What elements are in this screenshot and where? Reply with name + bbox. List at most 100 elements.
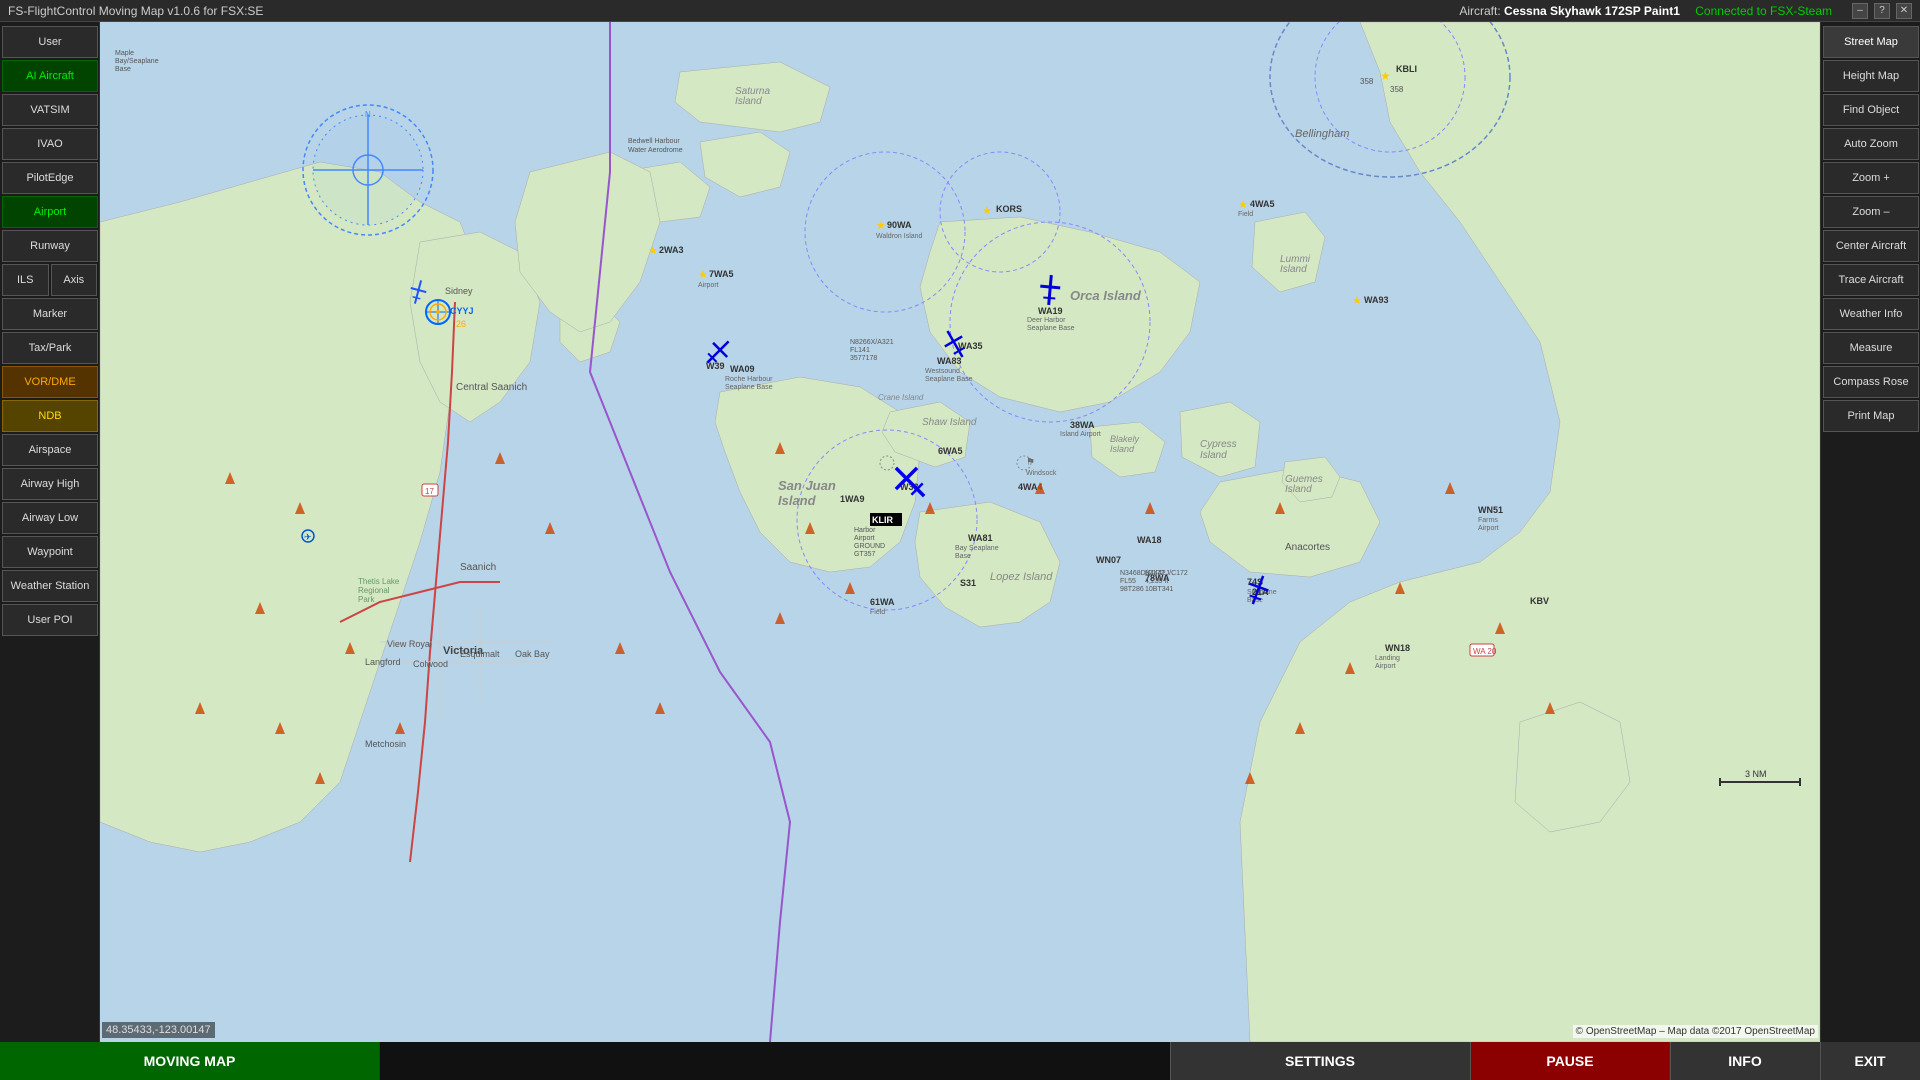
svg-text:KORS: KORS — [996, 204, 1022, 214]
svg-text:4WA5: 4WA5 — [1250, 199, 1275, 209]
svg-text:Esquimalt: Esquimalt — [460, 649, 500, 659]
svg-text:26: 26 — [456, 319, 466, 329]
sidebar-item-airspace[interactable]: Airspace — [2, 434, 98, 466]
settings-button[interactable]: SETTINGS — [1170, 1042, 1470, 1080]
sidebar-item-ivao[interactable]: IVAO — [2, 128, 98, 160]
svg-text:Seaplane Base: Seaplane Base — [1027, 325, 1075, 332]
svg-text:Island: Island — [1200, 450, 1227, 461]
svg-text:★: ★ — [1352, 295, 1362, 307]
titlebar: FS-FlightControl Moving Map v1.0.6 for F… — [0, 0, 1920, 22]
map-svg: N 17 WA 20 ★ KBLI 358 — [100, 22, 1820, 1042]
close-button[interactable]: ✕ — [1896, 3, 1912, 19]
sidebar-item-axis[interactable]: Axis — [51, 264, 98, 296]
svg-text:WA09: WA09 — [730, 364, 755, 374]
svg-text:Central Saanich: Central Saanich — [456, 382, 527, 393]
svg-text:Saanich: Saanich — [460, 562, 496, 573]
sidebar-item-runway[interactable]: Runway — [2, 230, 98, 262]
left-sidebar: User AI Aircraft VATSIM IVAO PilotEdge A… — [0, 22, 100, 1042]
svg-text:WN18: WN18 — [1385, 643, 1410, 653]
sidebar-item-user[interactable]: User — [2, 26, 98, 58]
svg-text:Regional: Regional — [358, 586, 390, 595]
svg-text:10BT341: 10BT341 — [1145, 586, 1174, 593]
svg-text:Island: Island — [1285, 484, 1312, 495]
sidebar-item-marker[interactable]: Marker — [2, 298, 98, 330]
sidebar-item-vatsim[interactable]: VATSIM — [2, 94, 98, 126]
right-btn-auto-zoom[interactable]: Auto Zoom — [1823, 128, 1919, 160]
svg-text:Bellingham: Bellingham — [1295, 128, 1349, 140]
svg-text:WN07: WN07 — [1096, 555, 1121, 565]
sidebar-item-taxi-park[interactable]: Tax/Park — [2, 332, 98, 364]
moving-map-button[interactable]: MOVING MAP — [0, 1042, 380, 1080]
svg-text:Island Airport: Island Airport — [1060, 431, 1101, 438]
pause-button[interactable]: PAUSE — [1470, 1042, 1670, 1080]
svg-text:Oak Bay: Oak Bay — [515, 649, 550, 659]
bottom-spacer — [380, 1042, 1170, 1080]
svg-text:358: 358 — [1390, 85, 1404, 94]
info-button[interactable]: INFO — [1670, 1042, 1820, 1080]
svg-text:Maple: Maple — [115, 50, 134, 57]
svg-text:WA19: WA19 — [1038, 306, 1063, 316]
minimize-button[interactable]: – — [1852, 3, 1868, 19]
svg-text:✈: ✈ — [304, 532, 312, 542]
svg-text:WA83: WA83 — [937, 356, 962, 366]
sidebar-item-ils[interactable]: ILS — [2, 264, 49, 296]
svg-text:358: 358 — [1360, 77, 1374, 86]
right-btn-find-object[interactable]: Find Object — [1823, 94, 1919, 126]
sidebar-item-airway-high[interactable]: Airway High — [2, 468, 98, 500]
svg-text:61WA: 61WA — [870, 597, 895, 607]
right-btn-measure[interactable]: Measure — [1823, 332, 1919, 364]
app-title: FS-FlightControl Moving Map v1.0.6 for F… — [8, 4, 1459, 18]
svg-text:Field: Field — [1238, 211, 1253, 218]
sidebar-item-pilotedge[interactable]: PilotEdge — [2, 162, 98, 194]
svg-text:★: ★ — [1380, 69, 1391, 83]
svg-text:Seaplane Base: Seaplane Base — [725, 384, 773, 391]
right-btn-height-map[interactable]: Height Map — [1823, 60, 1919, 92]
right-btn-print-map[interactable]: Print Map — [1823, 400, 1919, 432]
right-btn-compass-rose[interactable]: Compass Rose — [1823, 366, 1919, 398]
sidebar-item-airway-low[interactable]: Airway Low — [2, 502, 98, 534]
svg-text:Island: Island — [735, 96, 762, 107]
map-area[interactable]: N 17 WA 20 ★ KBLI 358 — [100, 22, 1820, 1042]
right-btn-zoom-minus[interactable]: Zoom – — [1823, 196, 1919, 228]
right-btn-weather-info[interactable]: Weather Info — [1823, 298, 1919, 330]
sidebar-item-ai-aircraft[interactable]: AI Aircraft — [2, 60, 98, 92]
svg-text:WN51: WN51 — [1478, 505, 1503, 515]
help-button[interactable]: ? — [1874, 3, 1890, 19]
svg-text:17: 17 — [425, 487, 434, 496]
svg-text:1WA9: 1WA9 — [840, 494, 865, 504]
svg-text:San Juan: San Juan — [778, 478, 836, 493]
svg-text:N8266X/A321: N8266X/A321 — [850, 339, 894, 346]
svg-text:WA81: WA81 — [968, 533, 993, 543]
svg-text:7WA5: 7WA5 — [709, 269, 734, 279]
right-btn-street-map[interactable]: Street Map — [1823, 26, 1919, 58]
right-btn-zoom-plus[interactable]: Zoom + — [1823, 162, 1919, 194]
svg-text:FL141: FL141 — [850, 347, 870, 354]
svg-text:Roche Harbour: Roche Harbour — [725, 376, 773, 383]
svg-text:3 NM: 3 NM — [1745, 769, 1767, 779]
sidebar-item-ndb[interactable]: NDB — [2, 400, 98, 432]
aircraft-label: Aircraft: — [1459, 4, 1500, 18]
svg-text:GT357: GT357 — [854, 551, 876, 558]
svg-text:Seaplane Base: Seaplane Base — [925, 376, 973, 383]
sidebar-item-waypoint[interactable]: Waypoint — [2, 536, 98, 568]
svg-text:2WA3: 2WA3 — [659, 245, 684, 255]
exit-button[interactable]: EXIT — [1820, 1042, 1920, 1080]
sidebar-item-airport[interactable]: Airport — [2, 196, 98, 228]
svg-text:Anacortes: Anacortes — [1285, 542, 1330, 553]
svg-text:★: ★ — [1238, 199, 1248, 211]
svg-text:S31: S31 — [960, 578, 976, 588]
right-btn-trace-aircraft[interactable]: Trace Aircraft — [1823, 264, 1919, 296]
svg-text:Sidney: Sidney — [445, 286, 473, 296]
right-btn-center-aircraft[interactable]: Center Aircraft — [1823, 230, 1919, 262]
sidebar-item-weather-station[interactable]: Weather Station — [2, 570, 98, 602]
connection-status: Connected to FSX-Steam — [1695, 4, 1832, 18]
svg-text:Bay/Seaplane: Bay/Seaplane — [115, 58, 159, 65]
svg-text:6WA5: 6WA5 — [938, 446, 963, 456]
svg-text:Park: Park — [358, 595, 375, 604]
svg-text:⚑: ⚑ — [1026, 457, 1035, 468]
svg-text:Farms: Farms — [1478, 517, 1498, 524]
sidebar-item-user-poi[interactable]: User POI — [2, 604, 98, 636]
svg-text:Langford: Langford — [365, 657, 401, 667]
sidebar-item-vor-dme[interactable]: VOR/DME — [2, 366, 98, 398]
svg-text:WA18: WA18 — [1137, 535, 1162, 545]
